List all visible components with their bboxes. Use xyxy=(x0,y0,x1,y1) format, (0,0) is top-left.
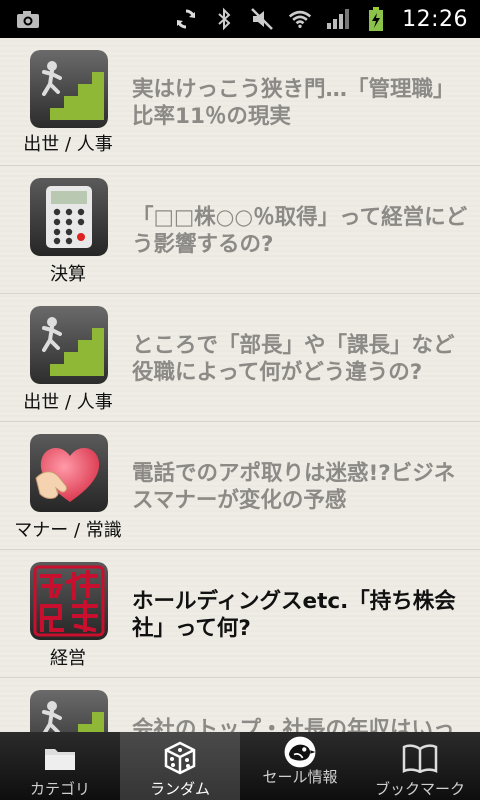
camera-icon xyxy=(16,7,40,31)
tab-label: カテゴリ xyxy=(29,780,90,798)
calculator-icon xyxy=(30,178,108,256)
category-label: 決算 xyxy=(50,264,86,285)
category-label: マナー / 常識 xyxy=(14,520,122,541)
list-item[interactable]: 決算 「□□株○○％取得」って経営にどう影響するの? xyxy=(0,166,480,294)
promotion-stairs-icon xyxy=(30,306,108,384)
list-item[interactable]: 経営 ホールディングスetc.「持ち株会社」って何? xyxy=(0,550,480,678)
mute-icon xyxy=(250,7,274,31)
promotion-stairs-icon xyxy=(30,50,108,128)
heart-hand-icon xyxy=(30,434,108,512)
tab-bookmark[interactable]: ブックマーク xyxy=(360,732,480,800)
list-item[interactable]: 出世 / 人事 ところで「部長」や「課長」など役職によって何がどう違うの? xyxy=(0,294,480,422)
clock: 12:26 xyxy=(402,6,468,32)
book-icon xyxy=(402,740,438,776)
dice-icon xyxy=(162,740,198,776)
article-title: 「□□株○○％取得」って経営にどう影響するの? xyxy=(132,205,468,257)
bluetooth-icon xyxy=(212,7,236,31)
article-title: 電話でのアポ取りは迷惑!?ビジネスマナーが変化の予感 xyxy=(132,461,456,513)
sale-bird-icon xyxy=(282,734,318,770)
list-item[interactable]: 会社のトップ・社長の年収はいっ xyxy=(0,678,480,732)
bottom-nav: カテゴリ ランダム セール情報 ブックマーク xyxy=(0,732,480,800)
tab-label: ブックマーク xyxy=(374,780,465,798)
signal-icon xyxy=(326,7,350,31)
promotion-stairs-icon xyxy=(30,690,108,732)
tab-label: ランダム xyxy=(149,780,210,798)
folder-icon xyxy=(42,740,78,776)
list-item[interactable]: 出世 / 人事 実はけっこう狭き門…「管理職」比率11％の現実 xyxy=(0,38,480,166)
article-title: 会社のトップ・社長の年収はいっ xyxy=(132,717,455,732)
category-label: 出世 / 人事 xyxy=(23,392,113,413)
list-item[interactable]: マナー / 常識 電話でのアポ取りは迷惑!?ビジネスマナーが変化の予感 xyxy=(0,422,480,550)
tab-random[interactable]: ランダム xyxy=(120,732,240,800)
tab-sale[interactable]: セール情報 xyxy=(240,732,360,800)
seal-stamp-icon xyxy=(30,562,108,640)
battery-charging-icon xyxy=(364,7,388,31)
article-title: ホールディングスetc.「持ち株会社」って何? xyxy=(132,589,456,641)
tab-category[interactable]: カテゴリ xyxy=(0,732,120,800)
status-bar: 12:26 xyxy=(0,0,480,38)
category-label: 出世 / 人事 xyxy=(23,134,113,155)
article-title: ところで「部長」や「課長」など役職によって何がどう違うの? xyxy=(132,333,455,385)
article-list[interactable]: 出世 / 人事 実はけっこう狭き門…「管理職」比率11％の現実 決算 「□□株○… xyxy=(0,38,480,732)
sync-icon xyxy=(174,7,198,31)
wifi-icon xyxy=(288,7,312,31)
tab-label: セール情報 xyxy=(262,768,338,786)
category-label: 経営 xyxy=(50,648,86,669)
article-title: 実はけっこう狭き門…「管理職」比率11％の現実 xyxy=(132,77,455,129)
